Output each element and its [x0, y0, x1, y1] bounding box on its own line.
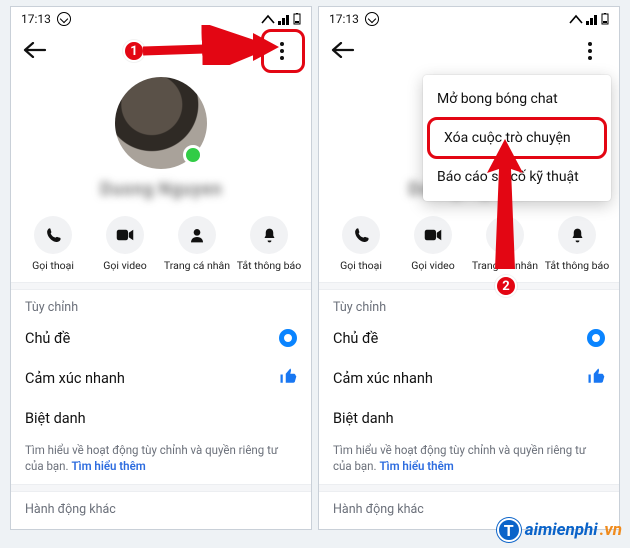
divider — [319, 282, 619, 290]
messenger-icon — [57, 12, 71, 26]
theme-color-icon — [279, 329, 297, 347]
status-time: 17:13 — [329, 12, 359, 26]
profile-name: Duong Nguyen — [11, 179, 311, 200]
call-button[interactable]: Gọi thoại — [18, 216, 88, 272]
policy-link[interactable]: Tìm hiểu thêm — [379, 459, 453, 473]
row-theme-label: Chủ đề — [25, 330, 70, 347]
video-button[interactable]: Gọi video — [398, 216, 468, 272]
battery-icon — [293, 13, 301, 25]
profile-section: Duong Nguyen — [11, 73, 311, 200]
header — [319, 29, 619, 73]
divider — [11, 484, 311, 492]
section-other: Hành động khác — [11, 492, 311, 521]
row-theme-label: Chủ đề — [333, 330, 378, 347]
back-button[interactable] — [331, 39, 355, 64]
policy-text: Tìm hiểu về hoạt động tùy chỉnh và quyền… — [319, 437, 619, 484]
row-theme[interactable]: Chủ đề — [11, 319, 311, 357]
call-button[interactable]: Gọi thoại — [326, 216, 396, 272]
thumbs-up-icon — [279, 367, 297, 390]
status-icons — [569, 13, 609, 25]
menu-open-bubble[interactable]: Mở bong bóng chat — [423, 81, 611, 117]
annotation-step-2: 2 — [495, 275, 517, 297]
back-button[interactable] — [23, 39, 47, 64]
row-nickname[interactable]: Biệt danh — [11, 400, 311, 437]
divider — [319, 484, 619, 492]
phone-screen-2: 17:13 Duong Nguyen Gọi thoại Gọi — [318, 6, 620, 530]
row-nickname-label: Biệt danh — [25, 410, 86, 427]
phone-screen-1: 17:13 Duong Nguyen Gọi thoại Gọi — [10, 6, 312, 530]
profile-label: Trang cá nhân — [162, 259, 232, 272]
policy-text: Tìm hiểu về hoạt động tùy chỉnh và quyền… — [11, 437, 311, 484]
mute-button[interactable]: Tắt thông báo — [542, 216, 612, 272]
video-label: Gọi video — [398, 259, 468, 272]
watermark: Taimienphi.vn — [497, 518, 622, 542]
status-bar: 17:13 — [319, 7, 619, 29]
row-quick-reaction[interactable]: Cảm xúc nhanh — [319, 357, 619, 400]
annotation-arrow-1 — [139, 25, 279, 65]
messenger-icon — [365, 12, 379, 26]
presence-indicator — [183, 145, 203, 165]
avatar[interactable] — [115, 77, 207, 169]
row-quick-reaction[interactable]: Cảm xúc nhanh — [11, 357, 311, 400]
section-customize: Tùy chỉnh — [11, 290, 311, 319]
action-row: Gọi thoại Gọi video Trang cá nhân Tắt th… — [319, 200, 619, 282]
divider — [11, 282, 311, 290]
row-theme[interactable]: Chủ đề — [319, 319, 619, 357]
call-label: Gọi thoại — [18, 259, 88, 272]
video-label: Gọi video — [90, 259, 160, 272]
annotation-arrow-2 — [475, 139, 535, 289]
row-quick-reaction-label: Cảm xúc nhanh — [333, 370, 433, 387]
status-icons — [261, 13, 301, 25]
call-label: Gọi thoại — [326, 259, 396, 272]
policy-link[interactable]: Tìm hiểu thêm — [71, 459, 145, 473]
section-customize: Tùy chỉnh — [319, 290, 619, 319]
row-nickname[interactable]: Biệt danh — [319, 400, 619, 437]
mute-label: Tắt thông báo — [234, 259, 304, 272]
video-button[interactable]: Gọi video — [90, 216, 160, 272]
theme-color-icon — [587, 329, 605, 347]
row-quick-reaction-label: Cảm xúc nhanh — [25, 370, 125, 387]
mute-label: Tắt thông báo — [542, 259, 612, 272]
status-time: 17:13 — [21, 12, 51, 26]
section-other: Hành động khác — [319, 492, 619, 521]
row-nickname-label: Biệt danh — [333, 410, 394, 427]
action-row: Gọi thoại Gọi video Trang cá nhân Tắt th… — [11, 200, 311, 282]
more-menu-button[interactable] — [573, 34, 607, 68]
profile-button[interactable]: Trang cá nhân — [162, 216, 232, 272]
thumbs-up-icon — [587, 367, 605, 390]
mute-button[interactable]: Tắt thông báo — [234, 216, 304, 272]
